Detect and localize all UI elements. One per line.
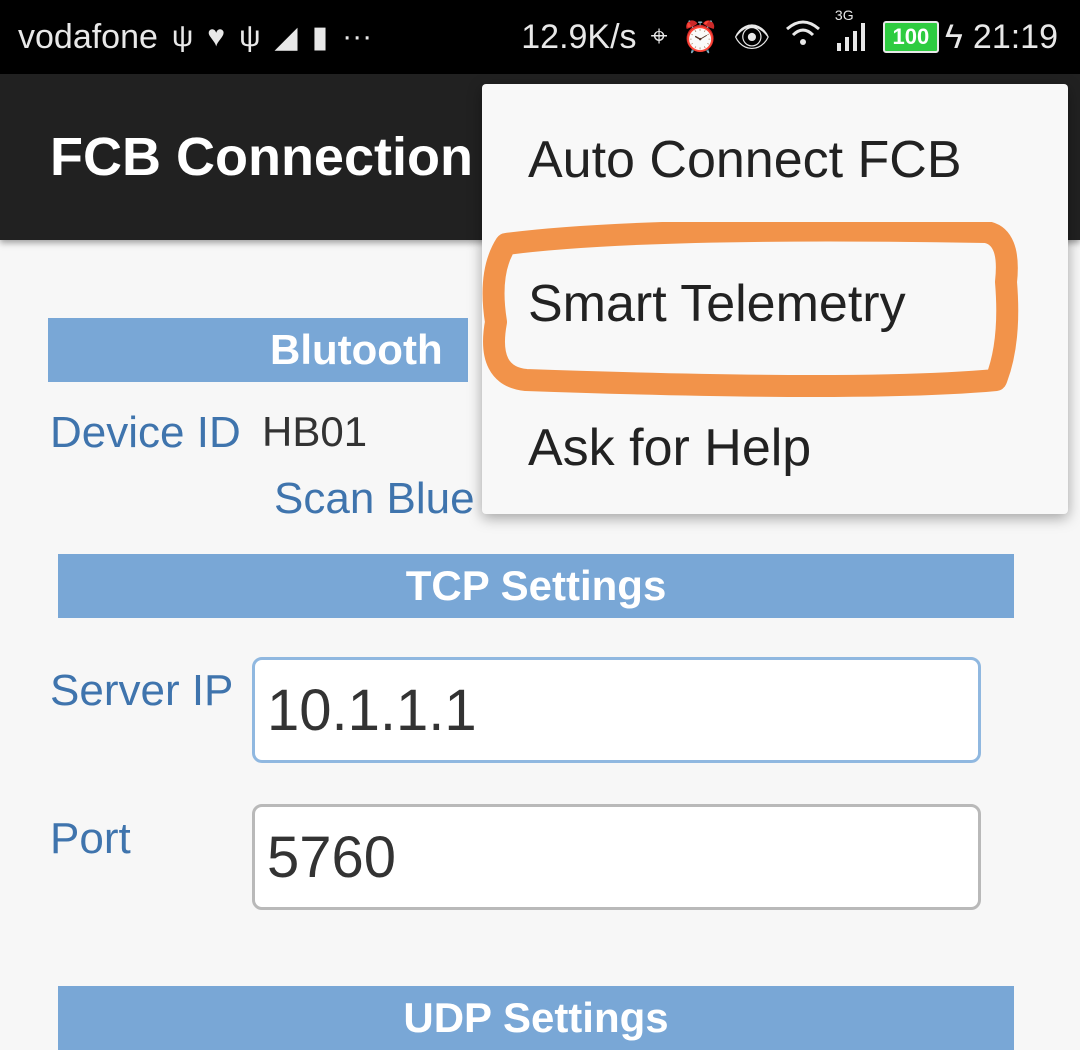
menu-item-auto-connect-fcb[interactable]: Auto Connect FCB <box>482 88 1068 232</box>
scan-bluetooth-button[interactable]: Scan Blue <box>274 474 475 524</box>
charging-icon: ϟ <box>944 17 963 56</box>
network-speed: 12.9K/s <box>521 17 637 56</box>
alarm-icon: ⏰ <box>681 20 719 54</box>
network-type: 3G <box>834 6 854 23</box>
udp-section-header: UDP Settings <box>58 986 1014 1050</box>
server-ip-label: Server IP <box>50 666 234 715</box>
page-title: FCB Connection <box>50 127 473 187</box>
status-bar: vodafone ψ ♥ ψ ◢ ▮ ··· 12.9K/s ⌖ ⏰ 👁 3G … <box>0 0 1080 74</box>
wifi-icon <box>785 19 821 55</box>
tcp-section-header: TCP Settings <box>58 554 1014 618</box>
sim-alert-icon: ▮ <box>311 20 329 54</box>
location-icon: ⌖ <box>650 20 668 53</box>
status-bar-right: 12.9K/s ⌖ ⏰ 👁 3G 100 ϟ 21:19 <box>521 0 1058 74</box>
udp-header-label: UDP Settings <box>403 994 669 1041</box>
usb-icon: ψ <box>239 20 261 53</box>
highlight-annotation <box>482 222 1019 397</box>
battery-icon: 100 <box>882 21 939 53</box>
carrier-name: vodafone <box>18 17 158 56</box>
status-bar-left: vodafone ψ ♥ ψ ◢ ▮ ··· <box>18 0 386 74</box>
bluetooth-section-header: Blutooth <box>48 318 468 382</box>
tcp-header-label: TCP Settings <box>405 562 667 609</box>
device-id-value: HB01 <box>262 408 368 455</box>
port-input[interactable] <box>252 804 981 910</box>
server-ip-input[interactable] <box>252 657 981 763</box>
eye-icon: 👁 <box>732 20 771 54</box>
port-label: Port <box>50 814 131 863</box>
more-icon: ··· <box>342 20 373 53</box>
usb-icon: ψ <box>171 20 194 53</box>
health-icon: ♥ <box>207 20 226 53</box>
signal-triangle-icon: ◢ <box>274 20 298 54</box>
cell-signal-icon: 3G <box>835 7 869 54</box>
bluetooth-header-label: Blutooth <box>270 326 443 373</box>
clock: 21:19 <box>972 17 1058 56</box>
device-id-label: Device ID <box>50 408 241 457</box>
